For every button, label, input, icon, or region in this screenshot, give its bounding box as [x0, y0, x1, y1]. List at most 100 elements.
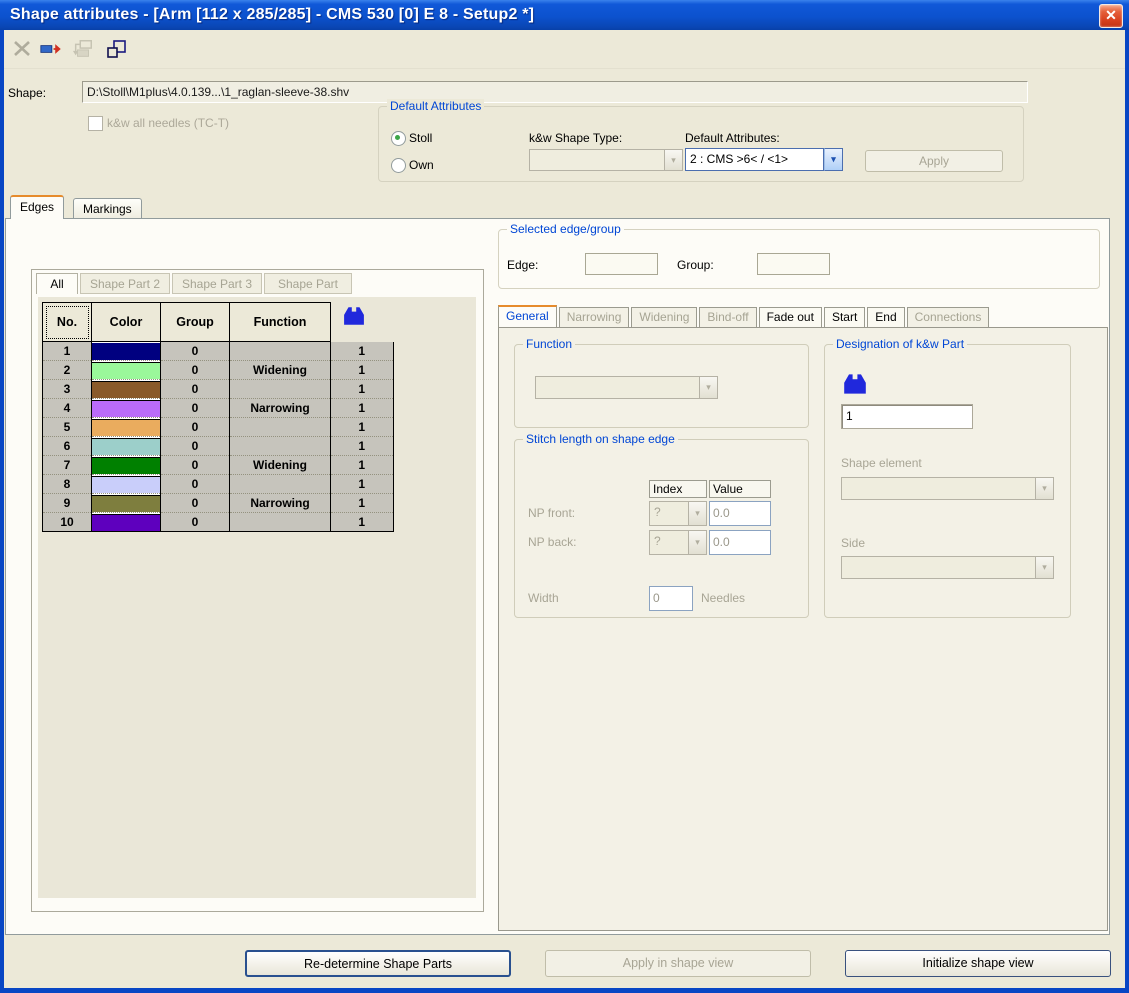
cell-function[interactable]: [230, 437, 331, 456]
edge-field[interactable]: [585, 253, 658, 275]
table-row[interactable]: 8 0 1: [43, 475, 394, 494]
part-tab-shape-part-1[interactable]: Shape Part 1: [264, 273, 352, 294]
tab-widening[interactable]: Widening: [631, 307, 697, 328]
cell-group[interactable]: 0: [161, 475, 230, 494]
kw-shape-type-select[interactable]: ▾: [529, 149, 683, 171]
assign-attribute-icon[interactable]: [40, 39, 62, 59]
selection-frame-icon[interactable]: [106, 39, 128, 59]
kw-part-name-field[interactable]: 1: [841, 404, 973, 429]
function-select[interactable]: ▾: [535, 376, 718, 399]
cell-color[interactable]: [92, 361, 161, 380]
tab-edges[interactable]: Edges: [10, 195, 64, 219]
cell-no[interactable]: 6: [43, 437, 92, 456]
chevron-down-icon[interactable]: ▾: [824, 148, 843, 171]
cell-group[interactable]: 0: [161, 456, 230, 475]
cell-kw-part[interactable]: 1: [331, 361, 394, 380]
shape-element-select[interactable]: ▾: [841, 477, 1054, 500]
cell-no[interactable]: 4: [43, 399, 92, 418]
cell-kw-part[interactable]: 1: [331, 342, 394, 361]
apply-in-shape-view-button[interactable]: Apply in shape view: [545, 950, 811, 977]
table-row[interactable]: 4 0Narrowing1: [43, 399, 394, 418]
cell-no[interactable]: 1: [43, 342, 92, 361]
tab-start[interactable]: Start: [824, 307, 865, 328]
tab-bind-off[interactable]: Bind-off: [699, 307, 756, 328]
table-row[interactable]: 601: [43, 437, 394, 456]
tab-general[interactable]: General: [498, 305, 557, 328]
cell-kw-part[interactable]: 1: [331, 437, 394, 456]
cell-kw-part[interactable]: 1: [331, 513, 394, 532]
cell-function[interactable]: [230, 342, 331, 361]
cell-function[interactable]: [230, 475, 331, 494]
tab-fade-out[interactable]: Fade out: [759, 307, 822, 328]
np-back-value-field[interactable]: 0.0: [709, 530, 771, 555]
default-attributes-select[interactable]: 2 : CMS >6< / <1> ▾: [685, 148, 843, 171]
chevron-down-icon[interactable]: ▾: [1035, 477, 1054, 500]
header-color[interactable]: Color: [92, 303, 161, 342]
header-group[interactable]: Group: [161, 303, 230, 342]
cell-color[interactable]: [92, 380, 161, 399]
cell-function[interactable]: [230, 418, 331, 437]
cell-color[interactable]: [92, 475, 161, 494]
table-row[interactable]: 2 0Widening1: [43, 361, 394, 380]
np-back-index-select[interactable]: ? ▾: [649, 530, 707, 555]
tab-end[interactable]: End: [867, 307, 904, 328]
group-field[interactable]: [757, 253, 830, 275]
cell-group[interactable]: 0: [161, 418, 230, 437]
cell-color[interactable]: [92, 399, 161, 418]
cell-kw-part[interactable]: 1: [331, 418, 394, 437]
chevron-down-icon[interactable]: ▾: [1035, 556, 1054, 579]
np-front-value-field[interactable]: 0.0: [709, 501, 771, 526]
cell-function[interactable]: [230, 380, 331, 399]
chevron-down-icon[interactable]: ▾: [664, 149, 683, 171]
tab-narrowing[interactable]: Narrowing: [559, 307, 630, 328]
part-tab-all[interactable]: All: [36, 273, 78, 294]
cell-no[interactable]: 2: [43, 361, 92, 380]
cell-function[interactable]: Narrowing: [230, 399, 331, 418]
cell-group[interactable]: 0: [161, 361, 230, 380]
np-front-index-select[interactable]: ? ▾: [649, 501, 707, 526]
cell-no[interactable]: 9: [43, 494, 92, 513]
cell-kw-part[interactable]: 1: [331, 494, 394, 513]
header-kw-part[interactable]: [331, 303, 394, 342]
table-row[interactable]: 3 0 1: [43, 380, 394, 399]
cell-color[interactable]: [92, 513, 161, 532]
cell-kw-part[interactable]: 1: [331, 380, 394, 399]
cell-color[interactable]: [92, 494, 161, 513]
chevron-down-icon[interactable]: ▾: [688, 501, 707, 526]
cell-group[interactable]: 0: [161, 342, 230, 361]
cell-no[interactable]: 5: [43, 418, 92, 437]
cell-group[interactable]: 0: [161, 380, 230, 399]
tab-connections[interactable]: Connections: [907, 307, 990, 328]
part-tab-shape-part-2[interactable]: Shape Part 2: [80, 273, 170, 294]
cell-function[interactable]: Widening: [230, 361, 331, 380]
cell-kw-part[interactable]: 1: [331, 475, 394, 494]
cell-color[interactable]: [92, 342, 161, 361]
table-row[interactable]: 5 0 1: [43, 418, 394, 437]
table-row[interactable]: 9 0Narrowing1: [43, 494, 394, 513]
header-function[interactable]: Function: [230, 303, 331, 342]
cell-no[interactable]: 10: [43, 513, 92, 532]
initialize-shape-view-button[interactable]: Initialize shape view: [845, 950, 1111, 977]
cell-function[interactable]: Narrowing: [230, 494, 331, 513]
part-tab-shape-part-3[interactable]: Shape Part 3: [172, 273, 262, 294]
chevron-down-icon[interactable]: ▾: [699, 376, 718, 399]
cell-kw-part[interactable]: 1: [331, 399, 394, 418]
delete-icon[interactable]: [12, 39, 34, 59]
cell-group[interactable]: 0: [161, 399, 230, 418]
close-button[interactable]: ✕: [1099, 4, 1123, 28]
shape-path-field[interactable]: D:\Stoll\M1plus\4.0.139...\1_raglan-slee…: [82, 81, 1028, 103]
width-field[interactable]: 0: [649, 586, 693, 611]
cell-kw-part[interactable]: 1: [331, 456, 394, 475]
table-row[interactable]: 1 0 1: [43, 342, 394, 361]
cell-no[interactable]: 8: [43, 475, 92, 494]
table-row[interactable]: 10 0 1: [43, 513, 394, 532]
cell-group[interactable]: 0: [161, 513, 230, 532]
cell-function[interactable]: Widening: [230, 456, 331, 475]
cell-group[interactable]: 0: [161, 494, 230, 513]
cell-color[interactable]: [92, 418, 161, 437]
chevron-down-icon[interactable]: ▾: [688, 530, 707, 555]
header-no[interactable]: No.: [43, 303, 92, 342]
redetermine-shape-parts-button[interactable]: Re-determine Shape Parts: [245, 950, 511, 977]
cell-no[interactable]: 3: [43, 380, 92, 399]
transfer-icon[interactable]: [72, 39, 94, 59]
